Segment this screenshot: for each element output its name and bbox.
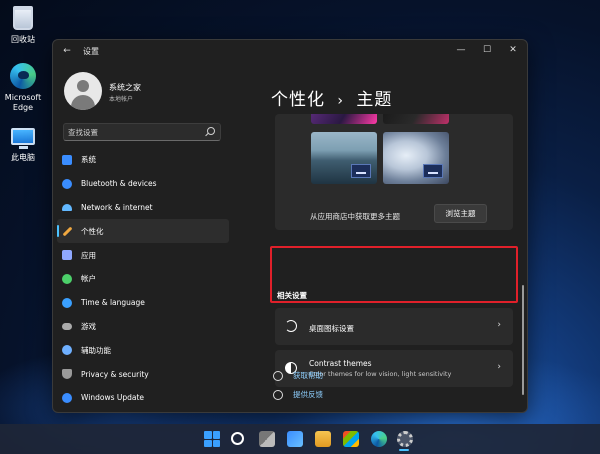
theme-thumbnail-lake[interactable] <box>311 132 377 184</box>
avatar[interactable] <box>64 72 102 110</box>
window-title: 设置 <box>83 47 99 56</box>
recycle-bin-desktop-icon[interactable]: 回收站 <box>0 4 46 45</box>
this-pc-label: 此电脑 <box>11 153 35 162</box>
gamepad-icon <box>62 322 72 330</box>
system-icon <box>62 154 72 165</box>
contrast-themes-subtitle: Color themes for low vision, light sensi… <box>309 370 452 378</box>
globe-clock-icon <box>62 297 72 308</box>
contrast-themes-row[interactable]: Contrast themes Color themes for low vis… <box>275 350 513 387</box>
sidebar-item-gaming[interactable]: 游戏 <box>57 315 229 339</box>
page-title: 个性化 › 主题 <box>271 85 392 110</box>
breadcrumb-separator: › <box>337 93 345 109</box>
profile-account-type: 本地帐户 <box>109 96 134 103</box>
widgets-icon[interactable] <box>287 431 303 447</box>
breadcrumb-current: 主题 <box>356 90 393 110</box>
desktop-icons-icon <box>285 320 297 332</box>
sidebar-item-system[interactable]: 系统 <box>57 148 229 172</box>
sidebar-item-apps[interactable]: 应用 <box>57 243 229 267</box>
search-icon[interactable] <box>231 432 244 445</box>
minimize-button[interactable]: — <box>453 43 469 57</box>
active-app-indicator <box>399 449 409 451</box>
computer-icon <box>9 122 37 150</box>
taskbar <box>0 424 600 454</box>
sidebar-item-windows-update[interactable]: Windows Update <box>57 386 229 410</box>
desktop-icon-settings-label: 桌面图标设置 <box>309 324 354 333</box>
task-view-icon[interactable] <box>259 431 275 447</box>
scrollbar[interactable] <box>522 285 524 395</box>
file-explorer-icon[interactable] <box>315 431 331 447</box>
contrast-themes-title: Contrast themes <box>309 359 372 368</box>
help-icon <box>273 370 283 381</box>
start-icon[interactable] <box>204 431 220 447</box>
browse-themes-button[interactable]: 浏览主题 <box>434 204 487 223</box>
sidebar-nav: 系统 Bluetooth & devices Network & interne… <box>57 148 229 410</box>
search-icon[interactable] <box>207 127 215 135</box>
edge-icon[interactable] <box>371 431 387 447</box>
back-arrow-icon[interactable]: ← <box>61 45 73 57</box>
sidebar-item-bluetooth[interactable]: Bluetooth & devices <box>57 172 229 196</box>
update-icon <box>62 392 72 403</box>
title-bar: ← 设置 — ☐ ✕ <box>53 40 527 62</box>
get-help-link[interactable]: 获取帮助 <box>273 370 323 381</box>
sidebar-item-privacy[interactable]: Privacy & security <box>57 362 229 386</box>
sidebar-item-personalization[interactable]: 个性化 <box>57 219 229 244</box>
store-themes-text: 从应用商店中获取更多主题 <box>310 212 400 221</box>
wifi-icon <box>62 203 72 211</box>
edge-desktop-icon[interactable]: Microsoft Edge <box>0 62 46 113</box>
close-button[interactable]: ✕ <box>505 43 521 57</box>
edge-label: Microsoft Edge <box>4 93 42 112</box>
feedback-icon <box>273 389 283 400</box>
settings-gear-icon[interactable] <box>397 431 413 447</box>
brush-icon <box>62 226 73 237</box>
settings-window: ← 设置 — ☐ ✕ 系统之家 本地帐户 系统 Bluetooth & devi… <box>52 39 528 413</box>
breadcrumb-parent[interactable]: 个性化 <box>271 90 325 110</box>
highlight-box <box>270 246 518 303</box>
give-feedback-link[interactable]: 提供反馈 <box>273 389 323 400</box>
edge-icon <box>9 62 37 90</box>
sidebar-item-time-language[interactable]: Time & language <box>57 291 229 315</box>
bluetooth-icon <box>62 178 72 189</box>
theme-thumbnail[interactable] <box>311 114 377 124</box>
person-icon <box>62 273 72 284</box>
accessibility-icon <box>62 345 72 356</box>
theme-thumbnail[interactable] <box>383 114 449 124</box>
recycle-bin-icon <box>9 4 37 32</box>
sidebar-item-network[interactable]: Network & internet <box>57 196 229 220</box>
theme-thumbnail-flow[interactable] <box>383 132 449 184</box>
recycle-bin-label: 回收站 <box>11 35 35 44</box>
desktop-icon-settings-row[interactable]: 桌面图标设置 › <box>275 308 513 345</box>
store-icon[interactable] <box>343 431 359 447</box>
profile-name: 系统之家 <box>109 83 141 92</box>
apps-icon <box>62 250 72 261</box>
search-field[interactable] <box>63 123 221 141</box>
shield-icon <box>62 369 72 380</box>
chevron-right-icon: › <box>497 362 501 372</box>
themes-card: 从应用商店中获取更多主题 浏览主题 <box>275 114 513 230</box>
sidebar-item-accessibility[interactable]: 辅助功能 <box>57 338 229 362</box>
maximize-button[interactable]: ☐ <box>479 43 495 57</box>
chevron-right-icon: › <box>497 320 501 330</box>
sidebar-item-accounts[interactable]: 帐户 <box>57 267 229 291</box>
search-input[interactable] <box>68 126 198 138</box>
this-pc-desktop-icon[interactable]: 此电脑 <box>0 122 46 163</box>
